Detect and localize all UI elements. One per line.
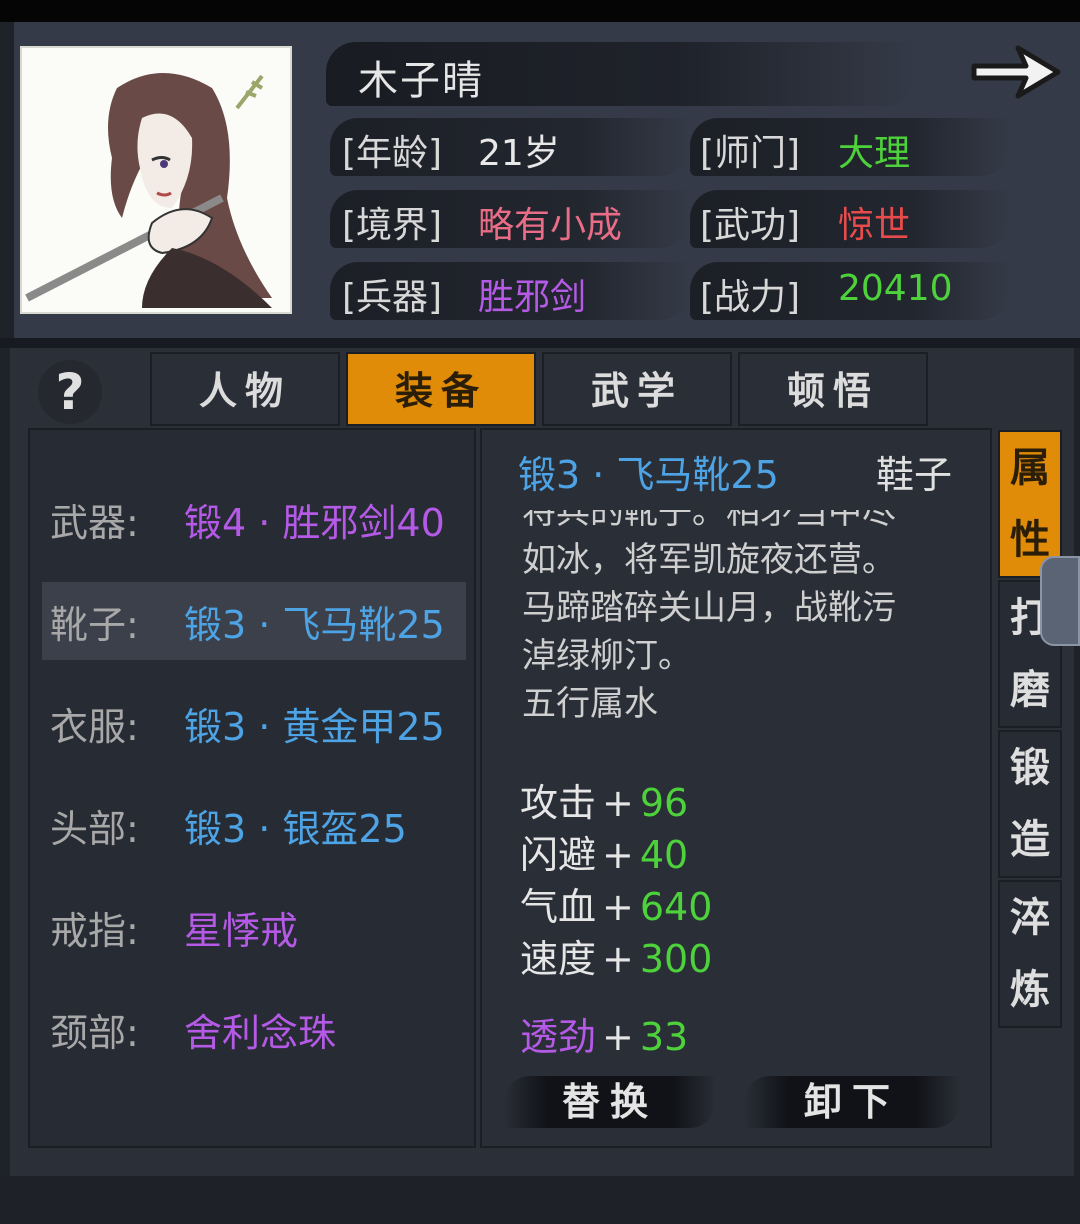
- stat-key: 闪避: [520, 833, 597, 877]
- martial-label: [武功]: [700, 205, 801, 246]
- slot-label: 头部:: [50, 807, 139, 851]
- floating-edge-button[interactable]: [1040, 556, 1080, 646]
- tab-equipment[interactable]: 装备: [346, 352, 536, 426]
- side-tab-temper[interactable]: 淬炼: [998, 880, 1062, 1028]
- item-type: 鞋子: [876, 453, 953, 497]
- side-tab-label: 属性: [1010, 445, 1050, 563]
- stat-value: 300: [639, 937, 713, 981]
- sect-label: [师门]: [700, 133, 801, 174]
- slot-value: 锻4 · 胜邪剑40: [184, 501, 445, 545]
- slot-weapon[interactable]: 武器: 锻4 · 胜邪剑40: [42, 480, 466, 558]
- unequip-button[interactable]: 卸下: [744, 1076, 960, 1128]
- portrait-drawing: [22, 48, 290, 312]
- martial-value: 惊世: [838, 205, 911, 246]
- slot-label: 戒指:: [50, 909, 139, 953]
- stat-attack: 攻击 +96: [520, 772, 688, 827]
- desc-line: 将兵的靴子。相矛当中尽: [522, 510, 896, 532]
- stat-dodge: 闪避 +40: [520, 824, 688, 879]
- slot-value: 锻3 · 黄金甲25: [184, 705, 445, 749]
- slot-value: 锻3 · 银盔25: [184, 807, 407, 851]
- slot-label: 颈部:: [50, 1011, 139, 1055]
- bottom-strip: [0, 1176, 1080, 1224]
- slot-ring[interactable]: 戒指: 星悸戒: [42, 888, 466, 966]
- stat-key: 透劲: [520, 1015, 597, 1059]
- stat-sign: +: [602, 885, 634, 929]
- slot-armor[interactable]: 衣服: 锻3 · 黄金甲25: [42, 684, 466, 762]
- side-tab-label: 锻造: [1010, 745, 1050, 863]
- stat-penetration: 透劲 +33: [520, 1006, 688, 1061]
- slot-boots[interactable]: 靴子: 锻3 · 飞马靴25: [42, 582, 466, 660]
- desc-line: 五行属水: [522, 684, 658, 724]
- stat-value: 640: [639, 885, 713, 929]
- slot-value: 星悸戒: [184, 909, 299, 953]
- slot-value: 锻3 · 飞马靴25: [184, 603, 445, 647]
- slot-head[interactable]: 头部: 锻3 · 银盔25: [42, 786, 466, 864]
- stat-key: 速度: [520, 937, 597, 981]
- stat-speed: 速度 +300: [520, 928, 712, 983]
- realm-label: [境界]: [342, 205, 443, 246]
- realm-value: 略有小成: [478, 205, 623, 246]
- character-portrait: [20, 46, 292, 314]
- header-divider: [0, 338, 1080, 348]
- stat-sign: +: [602, 833, 634, 877]
- right-arrow-icon[interactable]: [968, 40, 1064, 104]
- desc-line: 如冰，将军凯旋夜还营。: [522, 540, 896, 580]
- tab-character[interactable]: 人物: [150, 352, 340, 426]
- age-value: 21岁: [478, 133, 560, 174]
- item-description[interactable]: 将兵的靴子。相矛当中尽 如冰，将军凯旋夜还营。 马蹄踏碎关山月，战靴污 淖绿柳汀…: [522, 510, 962, 746]
- slot-label: 衣服:: [50, 705, 139, 749]
- stat-hp: 气血 +640: [520, 876, 712, 931]
- power-label: [战力]: [700, 277, 801, 318]
- item-name: 锻3 · 飞马靴25: [518, 453, 779, 497]
- side-tab-forge[interactable]: 锻造: [998, 730, 1062, 878]
- stat-sign: +: [602, 1015, 634, 1059]
- stat-value: 96: [639, 781, 689, 825]
- stat-value: 40: [639, 833, 689, 877]
- weapon-label: [兵器]: [342, 277, 443, 318]
- replace-button[interactable]: 替换: [504, 1076, 716, 1128]
- top-bar: [0, 0, 1080, 22]
- slot-label: 武器:: [50, 501, 139, 545]
- weapon-value: 胜邪剑: [478, 277, 587, 318]
- tab-enlightenment[interactable]: 顿悟: [738, 352, 928, 426]
- desc-line: 淖绿柳汀。: [522, 636, 692, 676]
- question-mark-icon[interactable]: ?: [38, 360, 102, 424]
- stat-sign: +: [602, 937, 634, 981]
- stat-sign: +: [602, 781, 634, 825]
- tab-martial-arts[interactable]: 武学: [542, 352, 732, 426]
- stat-key: 攻击: [520, 781, 597, 825]
- age-label: [年龄]: [342, 133, 443, 174]
- slot-label: 靴子:: [50, 603, 139, 647]
- desc-line: 马蹄踏碎关山月，战靴污: [522, 588, 896, 628]
- slot-value: 舍利念珠: [184, 1011, 337, 1055]
- character-name: 木子晴: [358, 58, 484, 104]
- power-value: 20410: [838, 268, 953, 309]
- slot-neck[interactable]: 颈部: 舍利念珠: [42, 990, 466, 1068]
- sect-value: 大理: [838, 133, 911, 174]
- stat-value: 33: [639, 1015, 689, 1059]
- side-tab-label: 淬炼: [1010, 895, 1050, 1013]
- stat-key: 气血: [520, 885, 597, 929]
